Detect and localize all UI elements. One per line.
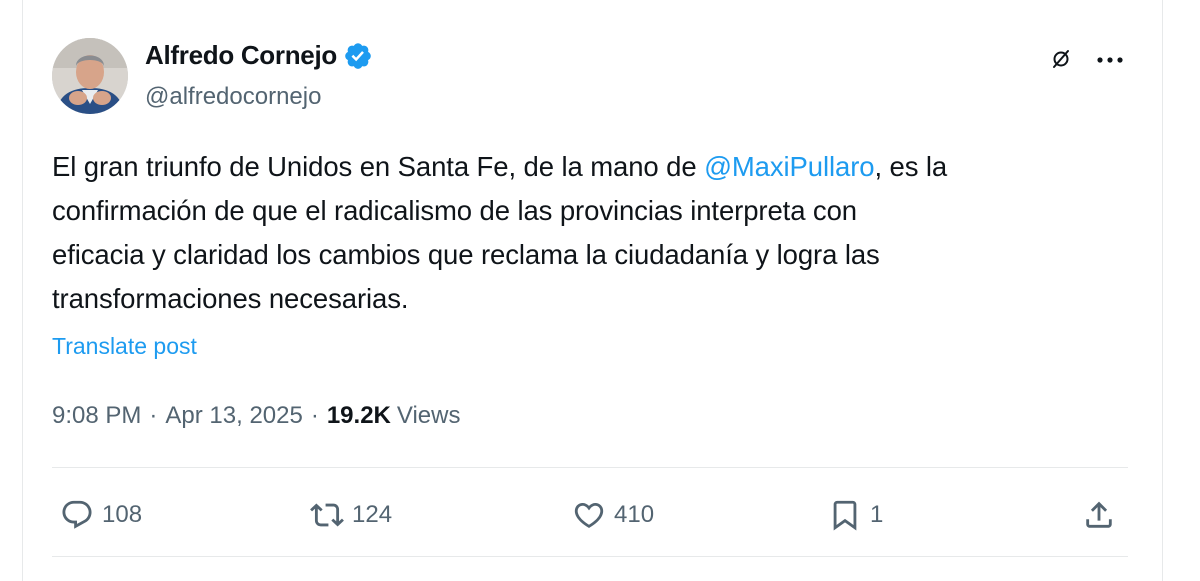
- share-icon: [1086, 501, 1112, 528]
- avatar[interactable]: [52, 38, 128, 114]
- post-date[interactable]: Apr 13, 2025: [165, 402, 302, 430]
- tweet-text: El gran triunfo de Unidos en Santa Fe, d…: [52, 145, 1132, 321]
- like-button[interactable]: 410: [572, 492, 654, 538]
- divider: [52, 467, 1128, 468]
- share-button[interactable]: [1082, 492, 1116, 538]
- divider: [52, 556, 1128, 557]
- tweet-line-2: confirmación de que el radicalismo de la…: [52, 195, 857, 226]
- views-label[interactable]: Views: [397, 402, 461, 430]
- reply-count: 108: [102, 501, 143, 528]
- tweet-line-4: transformaciones necesarias.: [52, 283, 409, 314]
- repost-button[interactable]: 124: [310, 492, 392, 538]
- card-right-border: [1162, 0, 1163, 581]
- like-count: 410: [614, 501, 655, 528]
- reply-button[interactable]: 108: [60, 492, 142, 538]
- tweet-text-segment: , es la: [874, 151, 948, 182]
- like-icon: [574, 502, 604, 528]
- views-count[interactable]: 19.2K: [327, 402, 391, 430]
- reply-icon: [62, 500, 92, 529]
- verified-badge-icon[interactable]: [343, 41, 373, 71]
- mention-link[interactable]: @MaxiPullaro: [704, 151, 874, 182]
- author-name-row[interactable]: Alfredo Cornejo: [145, 40, 373, 71]
- post-time[interactable]: 9:08 PM: [52, 402, 141, 430]
- meta-separator: ·: [310, 402, 319, 429]
- grok-icon[interactable]: [1050, 48, 1072, 70]
- meta-separator: ·: [149, 402, 158, 429]
- tweet-meta: 9:08 PM · Apr 13, 2025 · 19.2K Views: [52, 402, 460, 430]
- action-bar: 108 124 410 1: [52, 492, 1128, 538]
- repost-icon: [310, 503, 344, 527]
- translate-post-link[interactable]: Translate post: [52, 333, 197, 360]
- tweet-line-3: eficacia y claridad los cambios que recl…: [52, 239, 880, 270]
- bookmark-count: 1: [870, 501, 884, 528]
- card-left-border: [22, 0, 23, 581]
- tweet-text-segment: El gran triunfo de Unidos en Santa Fe, d…: [52, 151, 705, 182]
- tweet-line-1: El gran triunfo de Unidos en Santa Fe, d…: [52, 145, 1132, 189]
- bookmark-icon: [833, 500, 857, 531]
- author-display-name[interactable]: Alfredo Cornejo: [145, 40, 337, 71]
- repost-count: 124: [352, 501, 393, 528]
- bookmark-button[interactable]: 1: [828, 492, 883, 538]
- more-icon[interactable]: [1096, 56, 1124, 64]
- avatar-photo: [52, 38, 128, 114]
- author-handle[interactable]: @alfredocornejo: [145, 83, 321, 111]
